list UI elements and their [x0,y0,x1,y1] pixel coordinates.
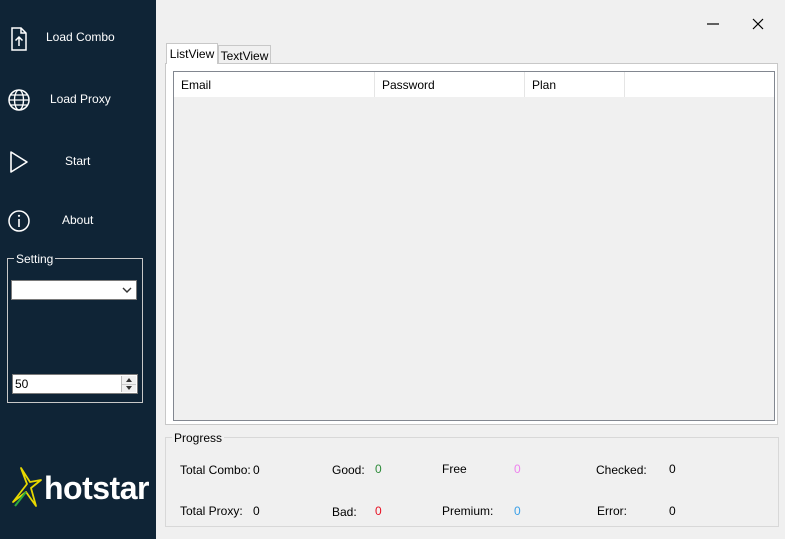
checked-value: 0 [669,462,676,476]
setting-legend: Setting [14,252,56,266]
tab-textview[interactable]: TextView [218,45,271,64]
play-icon [10,151,28,173]
total-proxy-value: 0 [253,504,260,518]
globe-icon [8,89,30,111]
load-proxy-button[interactable]: Load Proxy [0,80,156,120]
start-label: Start [65,154,91,168]
thread-count-value: 50 [15,377,29,391]
results-listview[interactable]: Email Password Plan [173,71,775,421]
load-proxy-label: Load Proxy [50,92,111,106]
bad-value: 0 [375,504,382,518]
close-button[interactable] [748,14,768,34]
sidebar: Load Combo Load Proxy Start About Settin… [0,0,156,539]
premium-label: Premium: [442,504,494,518]
setting-group: Setting 50 [7,252,143,403]
star-icon [12,467,42,507]
listview-header: Email Password Plan [174,72,774,97]
good-label: Good: [332,463,365,477]
total-combo-label: Total Combo: [180,463,251,477]
stepper-buttons [121,376,136,392]
arrow-up-icon [126,378,132,382]
total-combo-value: 0 [253,463,260,477]
arrow-down-icon [126,386,132,390]
premium-value: 0 [514,504,521,518]
column-header-email[interactable]: Email [174,72,375,97]
chevron-down-icon [122,287,132,293]
thread-count-stepper[interactable]: 50 [12,374,138,394]
column-header-extra[interactable] [625,72,774,97]
about-label: About [62,213,94,227]
about-button[interactable]: About [0,201,156,241]
load-combo-button[interactable]: Load Combo [0,18,156,58]
checked-label: Checked: [596,463,647,477]
total-proxy-label: Total Proxy: [180,504,243,518]
good-value: 0 [375,462,382,476]
setting-dropdown[interactable] [11,280,137,300]
error-value: 0 [669,504,676,518]
column-header-password[interactable]: Password [375,72,525,97]
load-combo-label: Load Combo [46,30,115,44]
column-header-plan[interactable]: Plan [525,72,625,97]
stepper-down-button[interactable] [122,384,136,392]
error-label: Error: [597,504,627,518]
logo-text: hotstar [44,470,149,506]
free-value: 0 [514,462,521,476]
bad-label: Bad: [332,505,357,519]
close-icon [752,18,764,30]
info-icon [8,210,30,232]
tab-listview[interactable]: ListView [166,43,218,64]
minimize-icon [707,23,719,25]
upload-file-icon [11,27,27,51]
progress-group: Progress Total Combo: 0 Total Proxy: 0 G… [165,431,779,527]
start-button[interactable]: Start [0,142,156,182]
listview-tab-page: Email Password Plan [165,63,778,425]
hotstar-logo: hotstar [10,466,150,514]
progress-legend: Progress [172,431,225,445]
minimize-button[interactable] [703,14,723,34]
free-label: Free [442,462,467,476]
